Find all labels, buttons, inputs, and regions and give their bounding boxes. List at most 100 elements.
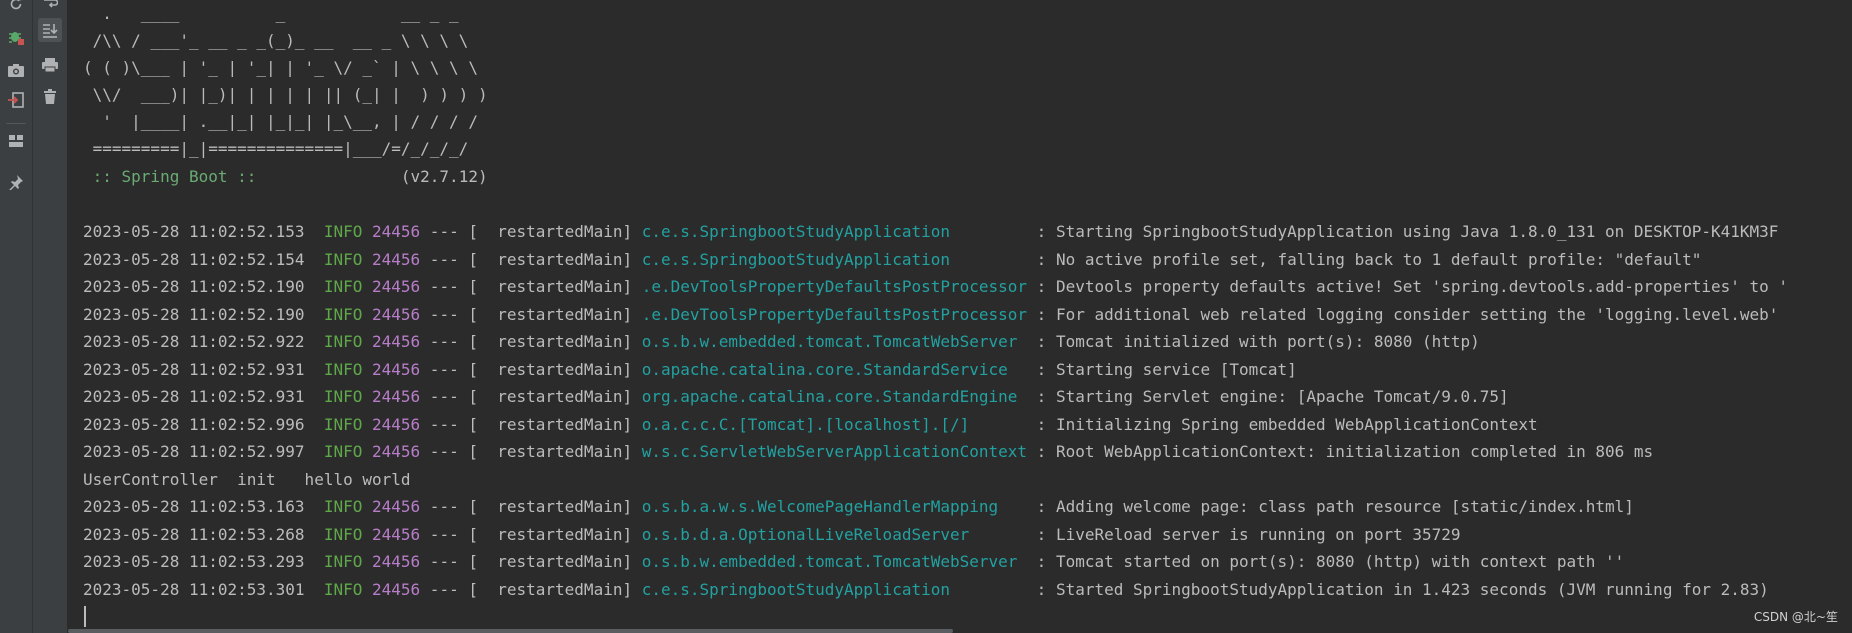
log-pid: 24456 — [372, 360, 421, 379]
log-pid: 24456 — [372, 580, 421, 599]
pin-icon[interactable] — [4, 170, 28, 194]
log-line: 2023-05-28 11:02:53.163 INFO 24456 --- [… — [83, 493, 1634, 520]
log-line: 2023-05-28 11:02:53.293 INFO 24456 --- [… — [83, 548, 1624, 575]
log-logger[interactable]: o.s.b.w.embedded.tomcat.TomcatWebServer — [642, 332, 1027, 351]
log-logger[interactable]: .e.DevToolsPropertyDefaultsPostProcessor — [642, 305, 1027, 324]
log-message: : Devtools property defaults active! Set… — [1027, 277, 1789, 296]
log-message: : No active profile set, falling back to… — [1027, 250, 1702, 269]
scroll-to-end-icon[interactable] — [38, 18, 62, 42]
log-line: 2023-05-28 11:02:52.153 INFO 24456 --- [… — [83, 218, 1778, 245]
camera-icon[interactable] — [4, 58, 28, 82]
log-thread: --- [ restartedMain] — [420, 497, 642, 516]
log-message: : Starting Servlet engine: [Apache Tomca… — [1027, 387, 1509, 406]
rerun-icon[interactable] — [4, 0, 28, 16]
log-line: 2023-05-28 11:02:52.922 INFO 24456 --- [… — [83, 328, 1480, 355]
log-level: INFO — [323, 497, 363, 516]
log-pid: 24456 — [372, 442, 421, 461]
log-thread: --- [ restartedMain] — [420, 525, 642, 544]
log-logger[interactable]: o.s.b.d.a.OptionalLiveReloadServer — [642, 525, 1027, 544]
log-pid: 24456 — [372, 497, 421, 516]
log-time: 2023-05-28 11:02:53.268 — [83, 525, 305, 544]
log-level: INFO — [323, 305, 363, 324]
log-line: 2023-05-28 11:02:52.996 INFO 24456 --- [… — [83, 411, 1538, 438]
log-level: INFO — [323, 332, 363, 351]
log-pid: 24456 — [372, 525, 421, 544]
log-line: 2023-05-28 11:02:52.190 INFO 24456 --- [… — [83, 301, 1778, 328]
log-time: 2023-05-28 11:02:52.154 — [83, 250, 305, 269]
log-thread: --- [ restartedMain] — [420, 332, 642, 351]
soft-wrap-icon[interactable] — [38, 0, 62, 16]
banner-line: \\/ ___)| |_)| | | | | || (_| | ) ) ) ) — [83, 85, 488, 104]
log-level: INFO — [323, 387, 363, 406]
log-pid: 24456 — [372, 415, 421, 434]
log-pid: 24456 — [372, 332, 421, 351]
log-message: : LiveReload server is running on port 3… — [1027, 525, 1461, 544]
console-output[interactable]: . ____ _ __ _ _ /\\ / ___'_ __ _ _(_)_ _… — [68, 0, 1852, 633]
log-logger[interactable]: o.a.c.c.C.[Tomcat].[localhost].[/] — [642, 415, 1027, 434]
log-thread: --- [ restartedMain] — [420, 580, 642, 599]
log-time: 2023-05-28 11:02:52.153 — [83, 222, 305, 241]
run-tool-window: . ____ _ __ _ _ /\\ / ___'_ __ _ _(_)_ _… — [0, 0, 1852, 633]
log-logger[interactable]: c.e.s.SpringbootStudyApplication — [642, 250, 1027, 269]
horizontal-scrollbar[interactable] — [68, 629, 953, 633]
toolbar-separator — [6, 123, 26, 124]
exit-icon[interactable] — [4, 88, 28, 112]
log-logger[interactable]: c.e.s.SpringbootStudyApplication — [642, 222, 1027, 241]
log-pid: 24456 — [372, 552, 421, 571]
log-line: 2023-05-28 11:02:52.931 INFO 24456 --- [… — [83, 356, 1297, 383]
watermark: CSDN @北~笙 — [1753, 610, 1838, 624]
log-time: 2023-05-28 11:02:53.293 — [83, 552, 305, 571]
stdout-line: UserController init hello world — [83, 470, 411, 489]
log-message: : For additional web related logging con… — [1027, 305, 1779, 324]
log-message: : Tomcat started on port(s): 8080 (http)… — [1027, 552, 1625, 571]
log-message: : Starting SpringbootStudyApplication us… — [1027, 222, 1779, 241]
log-message: : Initializing Spring embedded WebApplic… — [1027, 415, 1538, 434]
log-logger[interactable]: .e.DevToolsPropertyDefaultsPostProcessor — [642, 277, 1027, 296]
debug-icon[interactable] — [4, 25, 28, 49]
print-icon[interactable] — [38, 53, 62, 77]
log-pid: 24456 — [372, 222, 421, 241]
log-thread: --- [ restartedMain] — [420, 305, 642, 324]
log-thread: --- [ restartedMain] — [420, 552, 642, 571]
log-pid: 24456 — [372, 250, 421, 269]
banner-line: =========|_|==============|___/=/_/_/_/ — [83, 139, 469, 158]
log-time: 2023-05-28 11:02:53.163 — [83, 497, 305, 516]
banner-line: ( ( )\___ | '_ | '_| | '_ \/ _` | \ \ \ … — [83, 58, 478, 77]
log-time: 2023-05-28 11:02:52.997 — [83, 442, 305, 461]
log-time: 2023-05-28 11:02:52.996 — [83, 415, 305, 434]
log-thread: --- [ restartedMain] — [420, 387, 642, 406]
log-message: : Root WebApplicationContext: initializa… — [1027, 442, 1654, 461]
banner-line: ' |____| .__|_| |_|_| |_\__, | / / / / — [83, 112, 478, 131]
log-logger[interactable]: org.apache.catalina.core.StandardEngine — [642, 387, 1027, 406]
banner-line: /\\ / ___'_ __ _ _(_)_ __ __ _ \ \ \ \ — [83, 31, 469, 50]
log-pid: 24456 — [372, 277, 421, 296]
log-pid: 24456 — [372, 387, 421, 406]
log-time: 2023-05-28 11:02:52.931 — [83, 387, 305, 406]
log-line: 2023-05-28 11:02:52.997 INFO 24456 --- [… — [83, 438, 1653, 465]
log-logger[interactable]: o.s.b.w.embedded.tomcat.TomcatWebServer — [642, 552, 1027, 571]
clear-icon[interactable] — [38, 85, 62, 109]
log-logger[interactable]: w.s.c.ServletWebServerApplicationContext — [642, 442, 1027, 461]
log-logger[interactable]: o.s.b.a.w.s.WelcomePageHandlerMapping — [642, 497, 1027, 516]
log-time: 2023-05-28 11:02:52.190 — [83, 277, 305, 296]
banner-line: . ____ _ __ _ _ — [83, 4, 459, 23]
log-time: 2023-05-28 11:02:52.922 — [83, 332, 305, 351]
run-actions-toolbar — [0, 0, 33, 633]
log-line: 2023-05-28 11:02:53.268 INFO 24456 --- [… — [83, 521, 1461, 548]
log-thread: --- [ restartedMain] — [420, 277, 642, 296]
log-level: INFO — [323, 277, 363, 296]
log-line: 2023-05-28 11:02:53.301 INFO 24456 --- [… — [83, 576, 1769, 603]
log-logger[interactable]: c.e.s.SpringbootStudyApplication — [642, 580, 1027, 599]
log-thread: --- [ restartedMain] — [420, 250, 642, 269]
log-thread: --- [ restartedMain] — [420, 442, 642, 461]
console-toolbar — [33, 0, 68, 633]
log-level: INFO — [323, 580, 363, 599]
layout-icon[interactable] — [4, 129, 28, 153]
log-message: : Tomcat initialized with port(s): 8080 … — [1027, 332, 1480, 351]
log-time: 2023-05-28 11:02:53.301 — [83, 580, 305, 599]
log-level: INFO — [323, 415, 363, 434]
log-level: INFO — [323, 552, 363, 571]
log-logger[interactable]: o.apache.catalina.core.StandardService — [642, 360, 1027, 379]
log-level: INFO — [323, 360, 363, 379]
log-message: : Starting service [Tomcat] — [1027, 360, 1297, 379]
